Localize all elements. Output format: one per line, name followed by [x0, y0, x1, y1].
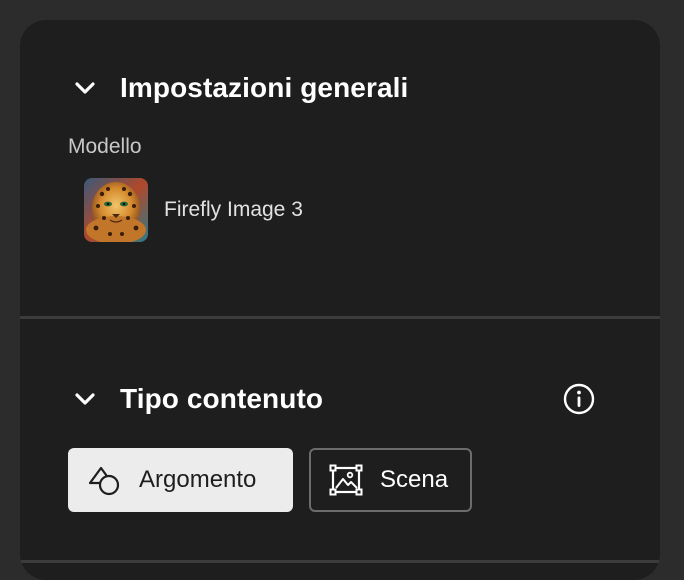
chevron-down-icon[interactable] [74, 77, 96, 99]
general-settings-header[interactable]: Impostazioni generali [74, 72, 408, 104]
subject-button-label: Argomento [139, 466, 257, 493]
chevron-down-icon[interactable] [74, 388, 96, 410]
subject-shapes-icon [88, 463, 122, 497]
content-type-header[interactable]: Tipo contenuto [74, 383, 323, 415]
content-type-title: Tipo contenuto [120, 383, 324, 414]
scene-image-icon [329, 463, 363, 497]
scene-button-label: Scena [380, 466, 449, 493]
model-thumbnail [84, 178, 148, 242]
settings-panel: Impostazioni generali Modello Firefly Im… [20, 20, 660, 580]
info-icon[interactable] [562, 382, 596, 416]
section-divider [20, 560, 660, 563]
scene-button[interactable]: Scena [309, 448, 472, 512]
subject-button[interactable]: Argomento [68, 448, 293, 512]
model-name: Firefly Image 3 [164, 198, 303, 221]
general-settings-title: Impostazioni generali [120, 72, 409, 103]
section-divider [20, 316, 660, 319]
model-selector[interactable]: Firefly Image 3 [84, 178, 303, 242]
model-label: Modello [68, 135, 142, 158]
